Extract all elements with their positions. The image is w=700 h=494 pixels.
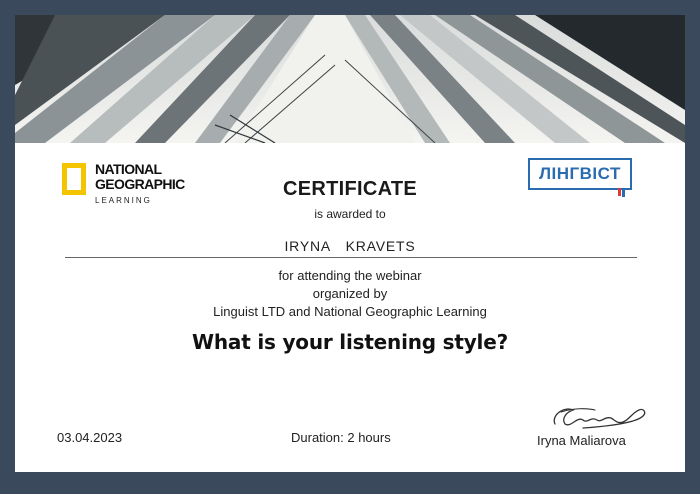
webinar-title: What is your listening style? [192, 330, 508, 354]
attendance-line-2: organized by [312, 286, 388, 301]
signer-name: Iryna Maliarova [537, 433, 626, 448]
ng-logo-line-1: NATIONAL [95, 161, 162, 177]
certificate-title: CERTIFICATE [282, 178, 418, 200]
banner-illustration [15, 15, 685, 143]
duration-text: Duration: 2 hours [291, 430, 391, 445]
attendance-line-1: for attending the webinar [278, 268, 422, 283]
attendance-line-3: Linguist LTD and National Geographic Lea… [213, 304, 487, 319]
handwritten-signature [553, 408, 646, 429]
awarded-to-text: is awarded to [314, 207, 386, 221]
name-underline-divider [65, 257, 637, 258]
certificate-card: NATIONAL GEOGRAPHIC LEARNING ЛІНГВІСТ CE… [15, 15, 685, 472]
architecture-banner-image [15, 15, 685, 143]
recipient-name: IRYNA KRAVETS [284, 238, 416, 254]
issue-date: 03.04.2023 [57, 430, 123, 445]
